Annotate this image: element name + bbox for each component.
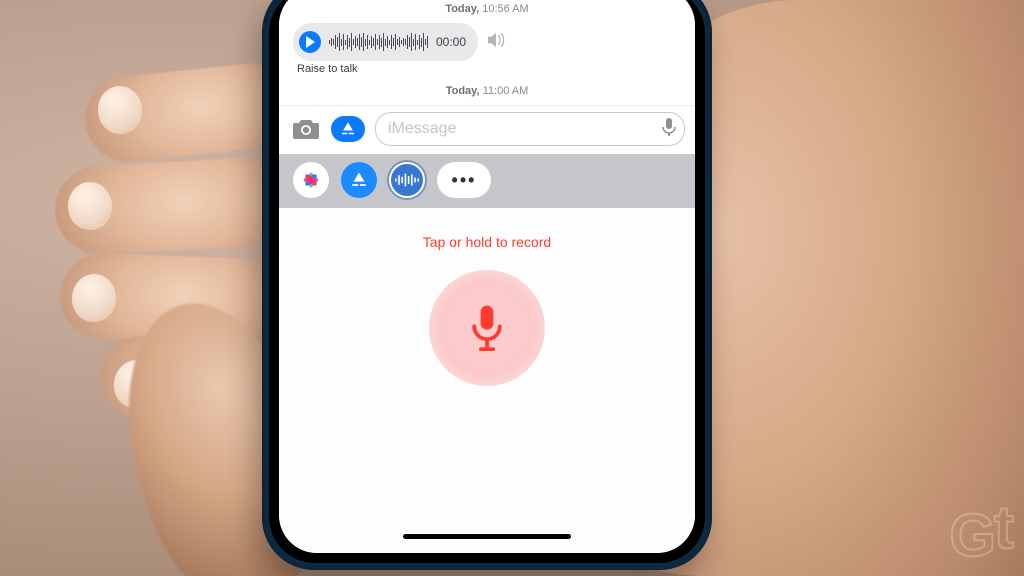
voice-message-row: 00:00 bbox=[279, 23, 695, 61]
phone-screen: Today, 10:56 AM 00:00 bbox=[279, 0, 695, 553]
audio-record-panel: Tap or hold to record bbox=[279, 208, 695, 553]
home-indicator[interactable] bbox=[403, 534, 571, 539]
phone-frame: Today, 10:56 AM 00:00 bbox=[262, 0, 712, 570]
photos-icon bbox=[300, 169, 322, 191]
imessage-apps-button[interactable] bbox=[331, 116, 365, 142]
message-input-bar: iMessage bbox=[279, 105, 695, 154]
voice-message-bubble[interactable]: 00:00 bbox=[293, 23, 478, 61]
message-input[interactable]: iMessage bbox=[375, 112, 685, 146]
speaker-icon[interactable] bbox=[486, 32, 506, 53]
camera-button[interactable] bbox=[291, 116, 321, 142]
more-apps-button[interactable]: ••• bbox=[437, 162, 491, 198]
phone-bezel: Today, 10:56 AM 00:00 bbox=[269, 0, 705, 563]
timestamp-prefix: Today, bbox=[446, 85, 480, 97]
record-hint: Tap or hold to record bbox=[423, 234, 551, 250]
canvas: Today, 10:56 AM 00:00 bbox=[0, 0, 1024, 576]
nail bbox=[110, 357, 162, 412]
microphone-icon bbox=[467, 304, 507, 352]
timestamp: Today, 11:00 AM bbox=[279, 85, 695, 97]
timestamp-prefix: Today, bbox=[445, 3, 479, 15]
voice-message-duration: 00:00 bbox=[436, 35, 466, 49]
audio-messages-app-icon[interactable] bbox=[389, 162, 425, 198]
timestamp-time: 10:56 AM bbox=[482, 3, 528, 15]
microphone-icon bbox=[662, 117, 676, 137]
watermark-logo: Gt bbox=[949, 493, 1010, 570]
play-icon bbox=[305, 36, 315, 48]
camera-icon bbox=[292, 118, 320, 140]
app-store-icon bbox=[349, 170, 369, 190]
record-button[interactable] bbox=[429, 270, 545, 386]
message-placeholder: iMessage bbox=[388, 120, 456, 138]
app-store-icon bbox=[339, 120, 357, 138]
waveform-icon bbox=[329, 32, 428, 52]
finger-middle bbox=[53, 156, 292, 256]
imessage-app-tray[interactable]: ••• bbox=[279, 154, 695, 208]
nail bbox=[96, 84, 145, 136]
nail bbox=[71, 273, 117, 323]
timestamp-time: 11:00 AM bbox=[483, 85, 529, 97]
finger-ring bbox=[59, 252, 287, 345]
dictation-button[interactable] bbox=[662, 117, 676, 142]
raise-to-talk-hint: Raise to talk bbox=[279, 63, 695, 75]
nail bbox=[67, 181, 113, 231]
timestamp: Today, 10:56 AM bbox=[279, 3, 695, 15]
audio-wave-icon bbox=[395, 172, 419, 188]
messages-conversation: Today, 10:56 AM 00:00 bbox=[279, 0, 695, 105]
photos-app-icon[interactable] bbox=[293, 162, 329, 198]
app-store-app-icon[interactable] bbox=[341, 162, 377, 198]
play-button[interactable] bbox=[299, 31, 321, 53]
